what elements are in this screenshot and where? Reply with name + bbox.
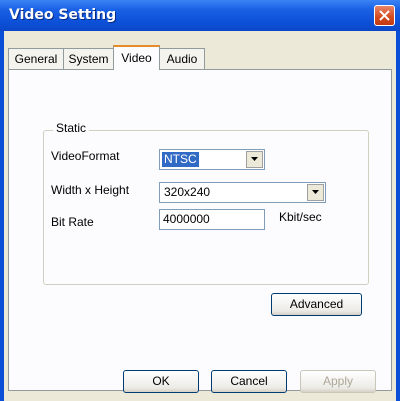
ok-button-label: OK xyxy=(152,374,170,388)
apply-button: Apply xyxy=(300,370,376,393)
advanced-button[interactable]: Advanced xyxy=(271,293,362,316)
bit-rate-label: Bit Rate xyxy=(51,215,94,229)
static-group-label: Static xyxy=(53,121,90,135)
resolution-select[interactable]: 320x240 xyxy=(159,182,326,203)
tab-audio[interactable]: Audio xyxy=(159,48,205,69)
advanced-button-label: Advanced xyxy=(289,297,344,311)
tab-video[interactable]: Video xyxy=(113,45,160,70)
resolution-dropdown-button[interactable] xyxy=(307,184,324,201)
video-format-select[interactable]: NTSC xyxy=(159,149,265,170)
tab-video-label: Video xyxy=(121,51,152,65)
resolution-label: Width x Height xyxy=(51,183,130,197)
title-bar[interactable]: Video Setting xyxy=(0,0,400,31)
cancel-button[interactable]: Cancel xyxy=(211,370,287,393)
video-format-dropdown-button[interactable] xyxy=(246,151,263,168)
dialog-client-area: General System Video Audio Static VideoF… xyxy=(4,31,396,401)
apply-button-label: Apply xyxy=(322,374,354,388)
chevron-down-icon xyxy=(312,190,319,194)
tab-general-label: General xyxy=(14,52,58,66)
tab-system[interactable]: System xyxy=(63,48,114,69)
tab-general[interactable]: General xyxy=(8,48,64,69)
ok-button[interactable]: OK xyxy=(123,370,199,393)
video-setting-dialog: Video Setting General System Video Audio… xyxy=(0,0,400,401)
resolution-value: 320x240 xyxy=(164,185,211,199)
chevron-down-icon xyxy=(251,157,258,161)
bit-rate-value: 4000000 xyxy=(163,212,210,226)
tab-system-label: System xyxy=(68,52,109,66)
bit-rate-unit: Kbit/sec xyxy=(279,210,322,224)
close-icon xyxy=(379,10,390,21)
cancel-button-label: Cancel xyxy=(230,374,268,388)
bit-rate-input[interactable]: 4000000 xyxy=(159,209,265,230)
video-tab-page: Static VideoFormat NTSC Width x Height 3… xyxy=(8,69,392,391)
close-button[interactable] xyxy=(374,5,395,26)
tab-audio-label: Audio xyxy=(166,52,198,66)
window-title: Video Setting xyxy=(9,7,117,23)
video-format-value: NTSC xyxy=(162,152,199,167)
video-format-label: VideoFormat xyxy=(51,149,120,163)
